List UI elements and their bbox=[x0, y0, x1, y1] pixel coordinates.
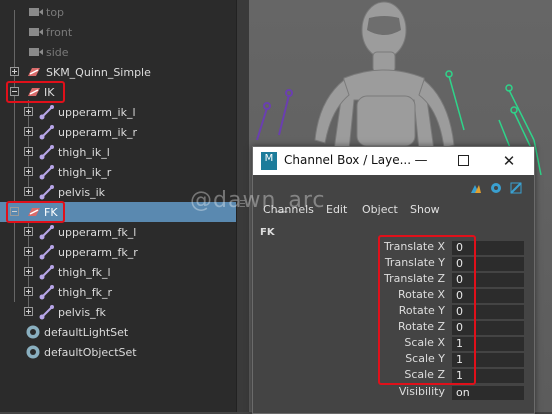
channel-value-field[interactable]: on bbox=[452, 386, 524, 400]
menu-edit[interactable]: Edit bbox=[326, 203, 347, 216]
window-title: Channel Box / Laye... bbox=[284, 153, 412, 167]
outliner-item-skm-quinn-simple[interactable]: SKM_Quinn_Simple bbox=[0, 62, 236, 82]
close-button[interactable]: ✕ bbox=[499, 151, 519, 171]
outliner-item-label: front bbox=[46, 25, 73, 39]
maya-logo-icon: M bbox=[261, 152, 277, 170]
outliner-item-label: thigh_ik_r bbox=[58, 165, 112, 179]
outliner-item-thigh-ik-l[interactable]: thigh_ik_l bbox=[0, 142, 236, 162]
outliner-item-thigh-fk-r[interactable]: thigh_fk_r bbox=[0, 282, 236, 302]
channel-box-window[interactable]: M Channel Box / Laye... — ✕ Channels Edi… bbox=[252, 146, 535, 414]
expand-toggle[interactable] bbox=[24, 307, 33, 316]
expand-toggle[interactable] bbox=[10, 67, 19, 76]
transform-icon bbox=[28, 68, 40, 76]
outliner-item-default-object-set[interactable]: defaultObjectSet bbox=[0, 342, 236, 362]
joint-icon bbox=[39, 185, 54, 200]
expand-toggle[interactable] bbox=[24, 167, 33, 176]
expand-toggle[interactable] bbox=[24, 147, 33, 156]
expand-toggle[interactable] bbox=[24, 227, 33, 236]
outliner-item-label: thigh_fk_r bbox=[58, 285, 113, 299]
expand-toggle[interactable] bbox=[24, 187, 33, 196]
camera-icon bbox=[29, 48, 43, 56]
joint-icon bbox=[39, 165, 54, 180]
maximize-button[interactable] bbox=[453, 151, 473, 171]
outliner-item-thigh-ik-r[interactable]: thigh_ik_r bbox=[0, 162, 236, 182]
expand-toggle[interactable] bbox=[24, 267, 33, 276]
window-titlebar[interactable]: M Channel Box / Laye... — ✕ bbox=[253, 147, 534, 175]
outliner-item-front[interactable]: front bbox=[0, 22, 236, 42]
outliner-item-label: pelvis_ik bbox=[58, 185, 106, 199]
outliner-item-top[interactable]: top bbox=[0, 2, 236, 22]
selected-node-name: FK bbox=[260, 227, 275, 238]
highlight-box-channels bbox=[378, 235, 476, 385]
outliner-item-side[interactable]: side bbox=[0, 42, 236, 62]
outliner-item-label: SKM_Quinn_Simple bbox=[46, 65, 151, 79]
maximize-icon bbox=[457, 155, 469, 166]
channel-label: Visibility bbox=[398, 385, 445, 398]
joint-icon bbox=[39, 105, 54, 120]
outliner-item-thigh-fk-l[interactable]: thigh_fk_l bbox=[0, 262, 236, 282]
joint-icon bbox=[39, 265, 54, 280]
joint-icon bbox=[39, 145, 54, 160]
set-icon bbox=[26, 345, 40, 359]
expand-toggle[interactable] bbox=[24, 287, 33, 296]
outliner-item-label: upperarm_fk_r bbox=[58, 245, 138, 259]
joint-icon bbox=[39, 245, 54, 260]
expand-toggle[interactable] bbox=[24, 127, 33, 136]
minimize-button[interactable]: — bbox=[411, 151, 431, 171]
expand-toggle[interactable] bbox=[24, 107, 33, 116]
expand-toggle[interactable] bbox=[24, 247, 33, 256]
outliner-item-upperarm-ik-l[interactable]: upperarm_ik_l bbox=[0, 102, 236, 122]
set-icon bbox=[26, 325, 40, 339]
channel-box-toolbar bbox=[471, 182, 522, 194]
joint-icon bbox=[39, 305, 54, 320]
outliner-item-label: top bbox=[46, 5, 65, 19]
highlight-box-ik bbox=[6, 81, 65, 103]
outliner-item-upperarm-fk-l[interactable]: upperarm_fk_l bbox=[0, 222, 236, 242]
camera-icon bbox=[29, 8, 43, 16]
outliner-item-label: upperarm_ik_r bbox=[58, 125, 137, 139]
tool-settings-icon[interactable] bbox=[510, 182, 522, 194]
menu-object[interactable]: Object bbox=[362, 203, 398, 216]
outliner-item-label: thigh_fk_l bbox=[58, 265, 111, 279]
watermark-text: @dawn_arc bbox=[190, 188, 326, 213]
highlight-box-fk bbox=[6, 201, 65, 223]
outliner-item-label: side bbox=[46, 45, 69, 59]
outliner-item-pelvis-fk[interactable]: pelvis_fk bbox=[0, 302, 236, 322]
outliner-item-label: upperarm_fk_l bbox=[58, 225, 137, 239]
outliner-item-default-light-set[interactable]: defaultLightSet bbox=[0, 322, 236, 342]
attribute-editor-icon[interactable] bbox=[471, 185, 481, 193]
joint-icon bbox=[39, 285, 54, 300]
channel-visibility[interactable]: Visibility on bbox=[253, 385, 534, 401]
joint-icon bbox=[39, 125, 54, 140]
outliner-item-label: defaultObjectSet bbox=[44, 345, 137, 359]
menu-show[interactable]: Show bbox=[410, 203, 440, 216]
outliner-item-upperarm-fk-r[interactable]: upperarm_fk_r bbox=[0, 242, 236, 262]
outliner-item-label: pelvis_fk bbox=[58, 305, 106, 319]
camera-icon bbox=[29, 28, 43, 36]
outliner-item-label: defaultLightSet bbox=[44, 325, 129, 339]
outliner-item-label: upperarm_ik_l bbox=[58, 105, 136, 119]
outliner-item-label: thigh_ik_l bbox=[58, 145, 110, 159]
joint-icon bbox=[39, 225, 54, 240]
outliner-toggle-icon[interactable] bbox=[491, 183, 501, 193]
outliner-item-upperarm-ik-r[interactable]: upperarm_ik_r bbox=[0, 122, 236, 142]
